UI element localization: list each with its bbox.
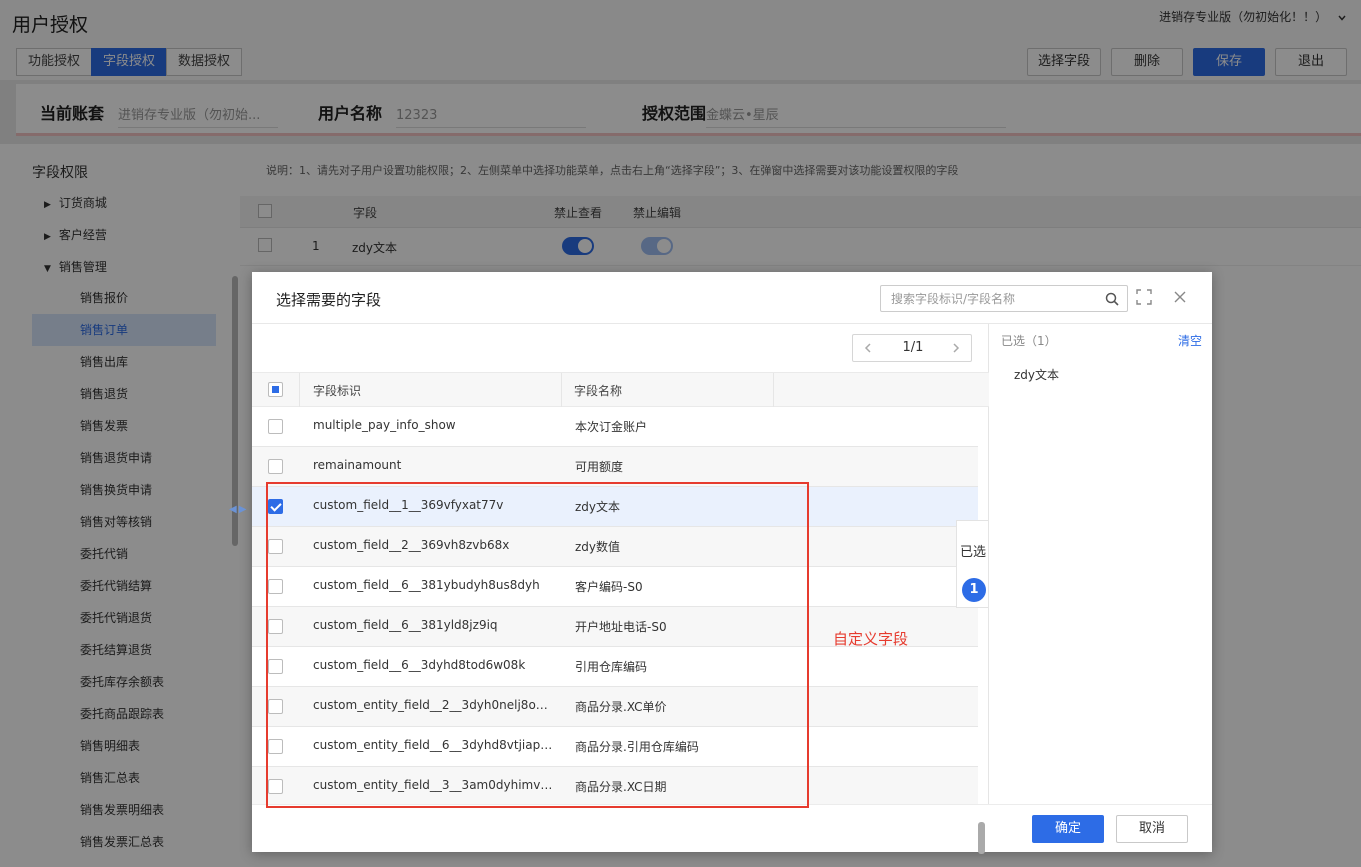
selected-float-tab[interactable]: 已选 1 bbox=[956, 520, 988, 608]
field-search bbox=[880, 285, 1128, 312]
select-all-checkbox[interactable] bbox=[268, 382, 283, 397]
field-row[interactable]: multiple_pay_info_show 本次订金账户 bbox=[252, 407, 978, 447]
field-grid-header: 字段标识 字段名称 bbox=[252, 372, 989, 407]
chevron-right-icon[interactable] bbox=[949, 341, 963, 355]
search-icon[interactable] bbox=[1105, 292, 1119, 306]
field-row[interactable]: remainamount 可用额度 bbox=[252, 447, 978, 487]
column-field-id: 字段标识 bbox=[313, 384, 362, 398]
close-icon[interactable] bbox=[1172, 289, 1188, 305]
row-checkbox[interactable] bbox=[268, 419, 283, 434]
selected-item[interactable]: zdy文本 bbox=[1014, 366, 1059, 383]
dialog-header: 选择需要的字段 bbox=[252, 272, 1212, 324]
dialog-title: 选择需要的字段 bbox=[276, 291, 382, 309]
column-field-name: 字段名称 bbox=[574, 384, 623, 398]
selected-count-badge: 1 bbox=[962, 578, 986, 602]
field-name: 可用额度 bbox=[575, 460, 624, 474]
annotation-label: 自定义字段 bbox=[833, 630, 909, 648]
dialog-footer: 确定 取消 bbox=[252, 804, 1212, 852]
column-divider bbox=[561, 373, 562, 407]
field-id: multiple_pay_info_show bbox=[313, 418, 456, 432]
selected-float-label: 已选 bbox=[960, 545, 987, 560]
clear-link[interactable]: 清空 bbox=[1178, 332, 1202, 349]
search-input[interactable] bbox=[881, 286, 1101, 311]
collapse-toggle-icon[interactable]: ◀▶ bbox=[229, 504, 248, 515]
column-divider bbox=[299, 373, 300, 407]
cancel-button[interactable]: 取消 bbox=[1116, 815, 1188, 843]
fullscreen-icon[interactable] bbox=[1136, 289, 1152, 305]
annotation-highlight-box bbox=[266, 482, 809, 808]
field-name: 本次订金账户 bbox=[575, 420, 648, 434]
selected-title: 已选（1） bbox=[1001, 334, 1057, 348]
pager: 1/1 bbox=[852, 334, 972, 362]
row-checkbox[interactable] bbox=[268, 459, 283, 474]
selected-panel: 已选（1） 清空 zdy文本 bbox=[989, 324, 1212, 804]
field-id: remainamount bbox=[313, 458, 402, 472]
column-divider bbox=[773, 373, 774, 407]
confirm-button[interactable]: 确定 bbox=[1032, 815, 1104, 843]
